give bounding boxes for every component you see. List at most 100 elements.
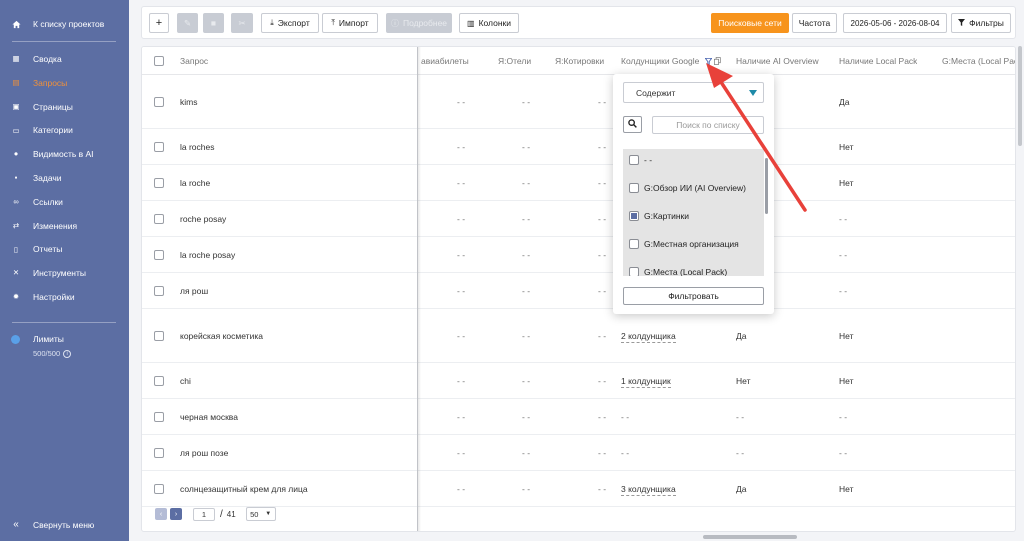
- row-checkbox[interactable]: [154, 376, 164, 386]
- sidebar-item[interactable]: ▣ Страницы: [0, 96, 129, 118]
- date-range-picker[interactable]: 2026-05-06 - 2026-08-04: [843, 13, 947, 33]
- filter-option[interactable]: G:Картинки: [629, 208, 689, 224]
- row-checkbox[interactable]: [154, 178, 164, 188]
- column-header-g-places[interactable]: G:Места (Local Pac: [942, 47, 1015, 75]
- column-filter-icon[interactable]: [704, 48, 713, 76]
- edit-button[interactable]: ✎: [177, 13, 198, 33]
- wizards-link[interactable]: 1 колдунщик: [621, 376, 671, 388]
- collapse-menu-button[interactable]: « Свернуть меню: [0, 514, 129, 536]
- filter-option-checkbox[interactable]: [629, 239, 639, 249]
- delete-button[interactable]: ■: [203, 13, 224, 33]
- query-cell[interactable]: ля рош: [180, 286, 208, 296]
- list-search-input[interactable]: Поиск по списку: [652, 116, 764, 134]
- column-header-quotes[interactable]: Я:Котировки: [555, 47, 604, 75]
- filter-option[interactable]: G:Места (Local Pack): [629, 264, 727, 276]
- table-row[interactable]: la roche posay - - - - - - - -: [142, 237, 1015, 273]
- table-cell: - -: [457, 484, 466, 494]
- query-cell[interactable]: roche posay: [180, 214, 226, 224]
- sidebar-item[interactable]: ▭ Категории: [0, 119, 129, 141]
- table-row[interactable]: ля рош позе - - - - - - - - - - - -: [142, 435, 1015, 471]
- table-row[interactable]: roche posay - - - - - - - -: [142, 201, 1015, 237]
- sidebar-item[interactable]: ✕ Инструменты: [0, 262, 129, 284]
- row-checkbox[interactable]: [154, 286, 164, 296]
- row-checkbox[interactable]: [154, 448, 164, 458]
- filter-option-checkbox[interactable]: [629, 267, 639, 276]
- sidebar-item[interactable]: ● Видимость в AI: [0, 143, 129, 165]
- pages-icon: ▣: [12, 101, 20, 111]
- select-all-checkbox[interactable]: [154, 56, 164, 66]
- query-cell[interactable]: chi: [180, 376, 191, 386]
- query-cell[interactable]: ля рош позе: [180, 448, 228, 458]
- horizontal-scrollbar[interactable]: [703, 535, 797, 539]
- sidebar-item-label: Задачи: [33, 173, 62, 183]
- options-scrollbar[interactable]: [765, 158, 768, 214]
- row-checkbox[interactable]: [154, 142, 164, 152]
- filter-option[interactable]: G:Местная организация: [629, 236, 739, 252]
- query-cell[interactable]: la roche: [180, 178, 210, 188]
- column-header-ai-overview[interactable]: Наличие AI Overview: [736, 47, 819, 75]
- sidebar-item[interactable]: ▯ Отчеты: [0, 238, 129, 260]
- filter-mode-select[interactable]: Содержит: [623, 82, 764, 103]
- filter-option[interactable]: - -: [629, 152, 652, 168]
- frequency-button[interactable]: Частота: [792, 13, 837, 33]
- row-checkbox[interactable]: [154, 97, 164, 107]
- details-button[interactable]: ⓘ Подробнее: [386, 13, 452, 33]
- wizards-link[interactable]: 3 колдунщика: [621, 484, 676, 496]
- row-checkbox[interactable]: [154, 484, 164, 494]
- page-number-input[interactable]: 1: [193, 507, 215, 521]
- filters-button[interactable]: Фильтры: [951, 13, 1011, 33]
- query-cell[interactable]: корейская косметика: [180, 331, 263, 341]
- sidebar-item[interactable]: ▪ Задачи: [0, 167, 129, 189]
- columns-button[interactable]: ▥ Колонки: [459, 13, 519, 33]
- query-cell[interactable]: kims: [180, 97, 197, 107]
- move-button[interactable]: ✂: [231, 13, 253, 33]
- query-cell[interactable]: la roches: [180, 142, 215, 152]
- next-page-button[interactable]: ›: [170, 508, 182, 520]
- query-cell[interactable]: черная москва: [180, 412, 238, 422]
- column-header-local-pack[interactable]: Наличие Local Pack: [839, 47, 917, 75]
- search-networks-button[interactable]: Поисковые сети: [711, 13, 789, 33]
- sidebar-item[interactable]: ∞ Ссылки: [0, 191, 129, 213]
- table-row[interactable]: корейская косметика - - - - - - 2 колдунщика…: [142, 309, 1015, 363]
- column-header-flights[interactable]: авиабилеты: [421, 47, 479, 75]
- column-header-query[interactable]: Запрос: [180, 47, 208, 75]
- sidebar-item[interactable]: ⇄ Изменения: [0, 215, 129, 237]
- table-cell: - -: [598, 97, 607, 107]
- info-icon[interactable]: i: [63, 349, 72, 358]
- row-checkbox[interactable]: [154, 331, 164, 341]
- query-cell[interactable]: la roche posay: [180, 250, 235, 260]
- sidebar-item-label: Настройки: [33, 292, 75, 302]
- column-header-google-wizards[interactable]: Колдунщики Google: [621, 47, 741, 75]
- table-row[interactable]: la roche - - - - - - Нет: [142, 165, 1015, 201]
- query-cell[interactable]: солнцезащитный крем для лица: [180, 484, 308, 494]
- row-checkbox[interactable]: [154, 250, 164, 260]
- copy-icon[interactable]: [714, 48, 721, 76]
- export-button[interactable]: ⤓ Экспорт: [261, 13, 319, 33]
- table-row[interactable]: ля рош - - - - - - - -: [142, 273, 1015, 309]
- sidebar-item[interactable]: ▦ Сводка: [0, 48, 129, 70]
- table-row[interactable]: kims - - - - - - Да: [142, 75, 1015, 129]
- filter-option-checkbox[interactable]: [629, 155, 639, 165]
- sidebar-item[interactable]: ▤ Запросы: [0, 72, 129, 94]
- column-header-hotels[interactable]: Я:Отели: [498, 47, 531, 75]
- search-button[interactable]: [623, 116, 642, 133]
- import-button[interactable]: ⤒ Импорт: [322, 13, 378, 33]
- queries-table: Запрос авиабилеты Я:Отели Я:Котировки Ко…: [141, 46, 1016, 532]
- table-row[interactable]: солнцезащитный крем для лица - - - - - - 3 к…: [142, 471, 1015, 507]
- table-row[interactable]: черная москва - - - - - - - - - - - -: [142, 399, 1015, 435]
- row-checkbox[interactable]: [154, 214, 164, 224]
- apply-filter-button[interactable]: Фильтровать: [623, 287, 764, 305]
- filter-option-checkbox[interactable]: [629, 211, 639, 221]
- row-checkbox[interactable]: [154, 412, 164, 422]
- sidebar-item[interactable]: ✹ Настройки: [0, 286, 129, 308]
- per-page-select[interactable]: 50 ▼: [245, 507, 276, 521]
- add-button[interactable]: +: [149, 13, 169, 33]
- prev-page-button[interactable]: ‹: [155, 508, 167, 520]
- filter-option[interactable]: G:Обзор ИИ (AI Overview): [629, 180, 746, 196]
- back-to-projects-link[interactable]: К списку проектов: [0, 13, 129, 35]
- vertical-scrollbar[interactable]: [1018, 46, 1022, 146]
- wizards-link[interactable]: 2 колдунщика: [621, 331, 676, 343]
- filter-option-checkbox[interactable]: [629, 183, 639, 193]
- table-row[interactable]: la roches - - - - - - Нет: [142, 129, 1015, 165]
- table-row[interactable]: chi - - - - - - 1 колдунщик Нет Нет: [142, 363, 1015, 399]
